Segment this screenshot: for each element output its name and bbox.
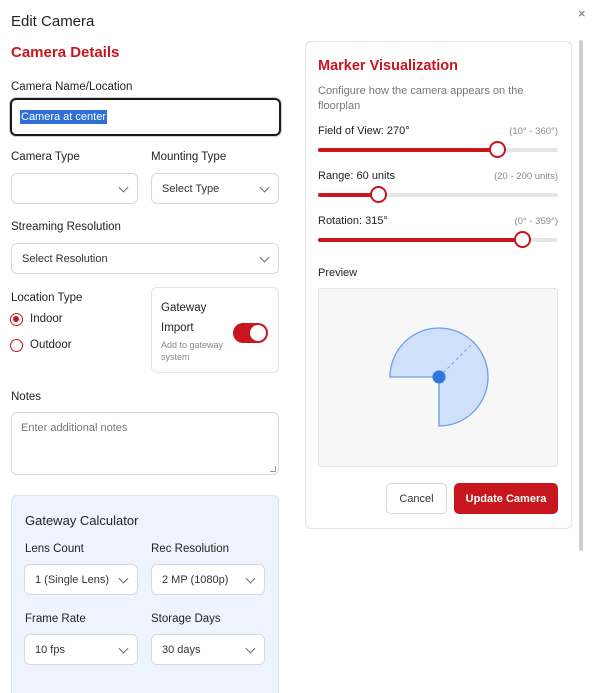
camera-name-value: Camera at center	[20, 110, 107, 124]
fov-slider-fill	[318, 148, 497, 152]
rotation-range: (0° - 359°)	[514, 216, 558, 227]
location-type-label: Location Type	[11, 292, 83, 304]
camera-type-select[interactable]	[11, 173, 138, 204]
streaming-resolution-select[interactable]: Select Resolution	[11, 243, 279, 274]
streaming-resolution-value: Select Resolution	[22, 252, 108, 265]
storage-days-select[interactable]: 30 days	[151, 634, 265, 665]
marker-visualization-heading: Marker Visualization	[318, 58, 458, 74]
mounting-type-select[interactable]: Select Type	[151, 173, 279, 204]
range-slider[interactable]	[318, 186, 558, 203]
frame-rate-select[interactable]: 10 fps	[24, 634, 138, 665]
rec-resolution-value: 2 MP (1080p)	[162, 573, 229, 586]
notes-placeholder: Enter additional notes	[21, 422, 128, 434]
chevron-down-icon	[245, 643, 256, 654]
camera-dot	[432, 370, 446, 384]
chevron-down-icon	[259, 182, 270, 193]
notes-label: Notes	[11, 391, 42, 403]
streaming-resolution-label: Streaming Resolution	[11, 221, 121, 233]
indoor-label: Indoor	[30, 313, 63, 325]
lens-count-label: Lens Count	[25, 543, 84, 555]
cancel-button[interactable]: Cancel	[386, 483, 447, 514]
lens-count-select[interactable]: 1 (Single Lens)	[24, 564, 138, 595]
rec-resolution-label: Rec Resolution	[151, 543, 229, 555]
camera-details-heading: Camera Details	[11, 44, 120, 61]
indoor-radio[interactable]	[10, 313, 23, 326]
frame-rate-value: 10 fps	[35, 643, 65, 656]
marker-preview-canvas	[389, 327, 489, 427]
fov-slider[interactable]	[318, 141, 558, 158]
camera-name-label: Camera Name/Location	[11, 81, 133, 93]
rotation-slider-fill	[318, 238, 522, 242]
rotation-label: Rotation: 315°	[318, 215, 388, 227]
range-range: (20 - 200 units)	[494, 171, 558, 182]
camera-name-input[interactable]: Camera at center	[10, 98, 281, 136]
chevron-down-icon	[118, 643, 129, 654]
gateway-calculator-heading: Gateway Calculator	[25, 513, 139, 528]
scrollbar[interactable]	[579, 40, 583, 551]
storage-days-label: Storage Days	[151, 613, 221, 625]
rotation-slider-handle[interactable]	[514, 231, 531, 248]
gateway-title: Gateway	[161, 302, 207, 314]
mounting-type-label: Mounting Type	[151, 151, 227, 163]
marker-preview	[318, 288, 558, 467]
lens-count-value: 1 (Single Lens)	[35, 573, 109, 586]
storage-days-value: 30 days	[162, 643, 201, 656]
range-slider-handle[interactable]	[370, 186, 387, 203]
close-icon[interactable]: ×	[578, 6, 586, 21]
resize-grip-icon[interactable]	[270, 466, 276, 472]
rec-resolution-select[interactable]: 2 MP (1080p)	[151, 564, 265, 595]
frame-rate-label: Frame Rate	[25, 613, 86, 625]
marker-description: Configure how the camera appears on the …	[318, 85, 524, 112]
notes-textarea[interactable]: Enter additional notes	[11, 412, 279, 475]
import-description: Add to gateway system	[161, 340, 224, 362]
chevron-down-icon	[118, 573, 129, 584]
chevron-down-icon	[118, 182, 129, 193]
fov-label: Field of View: 270°	[318, 125, 410, 137]
fov-range: (10° - 360°)	[509, 126, 558, 137]
outdoor-radio[interactable]	[10, 339, 23, 352]
preview-label: Preview	[318, 267, 358, 279]
fov-slider-handle[interactable]	[488, 141, 506, 158]
dialog-title: Edit Camera	[11, 13, 95, 30]
gateway-import-toggle[interactable]	[233, 323, 268, 343]
update-camera-button[interactable]: Update Camera	[454, 483, 558, 514]
import-label: Import	[161, 322, 194, 334]
camera-type-label: Camera Type	[11, 151, 80, 163]
chevron-down-icon	[245, 573, 256, 584]
chevron-down-icon	[259, 252, 270, 263]
rotation-slider[interactable]	[318, 231, 558, 248]
range-slider-fill	[318, 193, 378, 197]
mounting-type-value: Select Type	[162, 182, 220, 195]
range-label: Range: 60 units	[318, 170, 396, 182]
outdoor-label: Outdoor	[30, 339, 72, 351]
